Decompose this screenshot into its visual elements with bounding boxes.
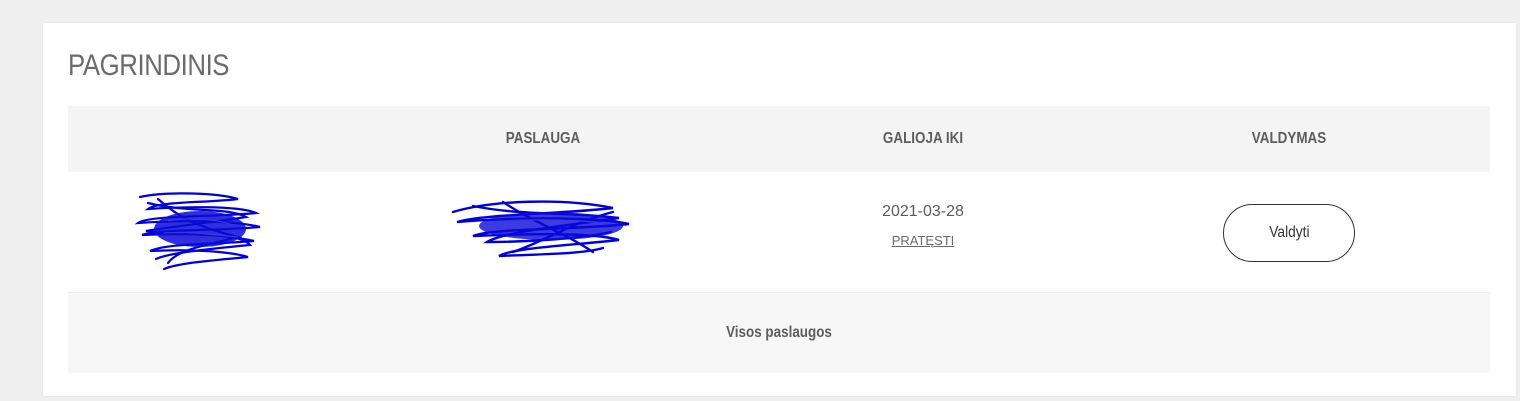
- column-header-service: PASLAUGA: [505, 130, 581, 147]
- section-title: PAGRINDINIS: [68, 49, 230, 82]
- redacted-logo-scribble: [134, 192, 261, 271]
- manage-button-label: Valdyti: [1268, 224, 1310, 241]
- service-cell: [328, 172, 758, 292]
- column-header-valid-until: GALIOJA IKI: [882, 130, 964, 147]
- valid-until-date: 2021-03-28: [882, 202, 964, 220]
- valid-until-cell: 2021-03-28 PRATĘSTI: [758, 172, 1088, 292]
- table-header: PASLAUGA GALIOJA IKI VALDYMAS: [68, 106, 1490, 172]
- manage-button[interactable]: Valdyti: [1223, 204, 1355, 262]
- renew-link[interactable]: PRATĘSTI: [892, 233, 955, 248]
- redacted-service-scribble: [451, 200, 630, 258]
- management-cell: Valdyti: [1088, 172, 1490, 292]
- table-footer: Visos paslaugos: [68, 293, 1490, 373]
- table-row: 2021-03-28 PRATĘSTI Valdyti: [68, 172, 1490, 293]
- all-services-link[interactable]: Visos paslaugos: [726, 324, 832, 342]
- logo-cell: [68, 172, 328, 292]
- column-header-management: VALDYMAS: [1251, 130, 1327, 147]
- services-table: PASLAUGA GALIOJA IKI VALDYMAS 2021-03-28…: [68, 106, 1490, 373]
- services-card: PAGRINDINIS PASLAUGA GALIOJA IKI VALDYMA…: [43, 23, 1516, 396]
